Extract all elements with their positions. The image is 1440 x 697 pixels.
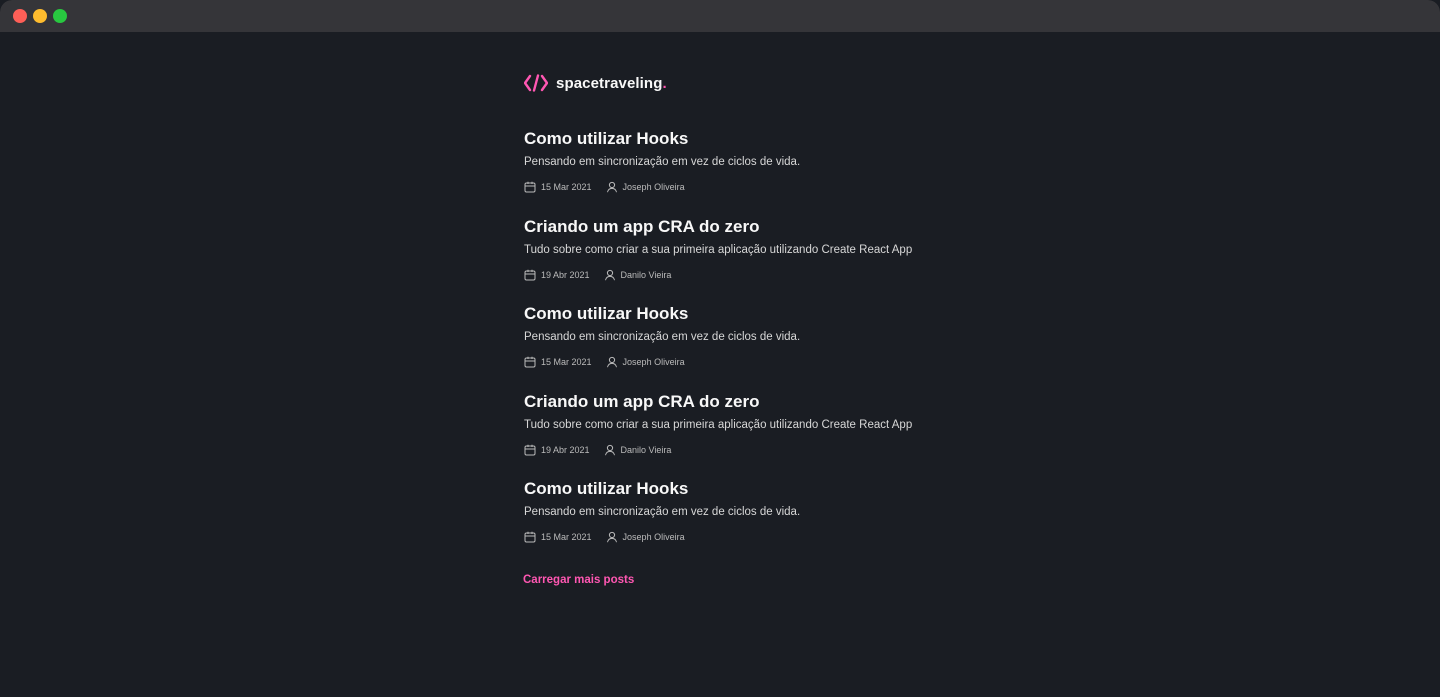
post-author: Joseph Oliveira	[606, 531, 685, 543]
user-icon	[604, 444, 621, 456]
post-subtitle: Tudo sobre como criar a sua primeira apl…	[524, 244, 913, 256]
post-author-text: Joseph Oliveira	[622, 532, 685, 542]
user-icon	[606, 181, 623, 193]
post-date: 15 Mar 2021	[524, 356, 592, 368]
post-author: Danilo Vieira	[604, 269, 672, 281]
post-date-text: 15 Mar 2021	[541, 182, 592, 192]
post-item[interactable]: Criando um app CRA do zero Tudo sobre com…	[524, 391, 1024, 456]
minimize-window-button[interactable]	[33, 9, 47, 23]
post-author-text: Joseph Oliveira	[622, 182, 685, 192]
calendar-icon	[524, 181, 541, 193]
user-icon	[606, 531, 623, 543]
post-meta: 19 Abr 2021 Danilo Vieira	[524, 269, 1024, 281]
post-title[interactable]: Criando um app CRA do zero	[524, 391, 1024, 413]
post-date-text: 15 Mar 2021	[541, 357, 592, 367]
post-subtitle: Pensando em sincronização em vez de cicl…	[524, 331, 801, 343]
post-subtitle: Pensando em sincronização em vez de cicl…	[524, 506, 801, 518]
close-window-button[interactable]	[13, 9, 27, 23]
post-meta: 15 Mar 2021 Joseph Oliveira	[524, 531, 1024, 543]
calendar-icon	[524, 531, 541, 543]
calendar-icon	[524, 444, 541, 456]
brand-dot: .	[662, 74, 667, 92]
post-item[interactable]: Criando um app CRA do zero Tudo sobre com…	[524, 216, 1024, 281]
post-item[interactable]: Como utilizar Hooks Pensando em sincroniz…	[524, 303, 1024, 368]
calendar-icon	[524, 269, 541, 281]
code-brackets-icon	[524, 74, 548, 92]
maximize-window-button[interactable]	[53, 9, 67, 23]
post-date: 19 Abr 2021	[524, 444, 590, 456]
post-author: Joseph Oliveira	[606, 356, 685, 368]
calendar-icon	[524, 356, 541, 368]
post-item[interactable]: Como utilizar Hooks Pensando em sincroniz…	[524, 478, 1024, 543]
post-author-text: Joseph Oliveira	[622, 357, 685, 367]
post-title[interactable]: Como utilizar Hooks	[524, 303, 1024, 325]
user-icon	[604, 269, 621, 281]
post-title[interactable]: Criando um app CRA do zero	[524, 216, 1024, 238]
post-date: 15 Mar 2021	[524, 531, 592, 543]
post-meta: 15 Mar 2021 Joseph Oliveira	[524, 181, 1024, 193]
brand-name: spacetraveling	[556, 74, 663, 92]
post-author-text: Danilo Vieira	[620, 445, 672, 455]
user-icon	[606, 356, 623, 368]
post-title[interactable]: Como utilizar Hooks	[524, 128, 1024, 150]
post-title[interactable]: Como utilizar Hooks	[524, 478, 1024, 500]
post-author: Danilo Vieira	[604, 444, 672, 456]
post-author: Joseph Oliveira	[606, 181, 685, 193]
post-meta: 19 Abr 2021 Danilo Vieira	[524, 444, 1024, 456]
title-bar	[0, 0, 1440, 32]
post-item[interactable]: Como utilizar Hooks Pensando em sincroniz…	[524, 128, 1024, 193]
post-meta: 15 Mar 2021 Joseph Oliveira	[524, 356, 1024, 368]
post-subtitle: Pensando em sincronização em vez de cicl…	[524, 156, 801, 168]
post-author-text: Danilo Vieira	[620, 270, 672, 280]
post-date-text: 15 Mar 2021	[541, 532, 592, 542]
post-date-text: 19 Abr 2021	[541, 270, 590, 280]
post-date-text: 19 Abr 2021	[541, 445, 590, 455]
post-date: 19 Abr 2021	[524, 269, 590, 281]
load-more-button[interactable]: Carregar mais posts	[523, 574, 634, 586]
post-date: 15 Mar 2021	[524, 181, 592, 193]
site-header[interactable]: spacetraveling.	[524, 74, 667, 92]
browser-window: spacetraveling. Como utilizar Hooks Pensa…	[0, 0, 1440, 697]
post-subtitle: Tudo sobre como criar a sua primeira apl…	[524, 419, 913, 431]
